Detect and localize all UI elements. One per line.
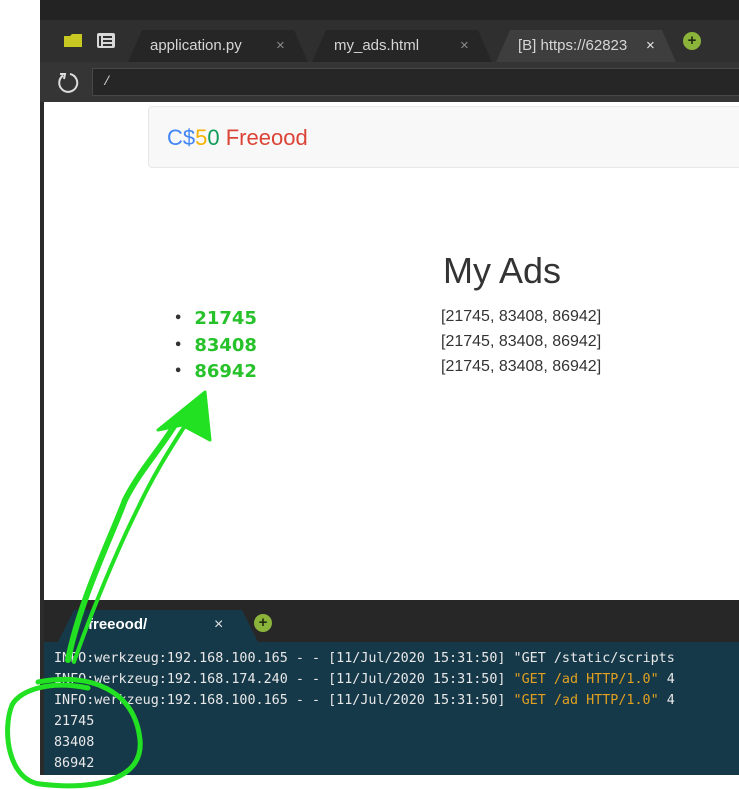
output-value: 83408 xyxy=(54,735,95,750)
tab-close-icon[interactable]: × xyxy=(276,30,285,62)
terminal-tab[interactable]: freeood/ × xyxy=(58,610,258,642)
ad-id-list: • 21745 • 83408 • 86942 xyxy=(174,306,257,386)
title-strip xyxy=(40,0,739,20)
url-bar: / xyxy=(40,62,739,102)
ad-id: 21745 xyxy=(194,308,257,329)
brand-currency: C$ xyxy=(167,125,196,150)
new-terminal-button[interactable]: + xyxy=(254,614,272,632)
output-value: 21745 xyxy=(54,714,95,729)
ad-array-text: [21745, 83408, 86942] xyxy=(441,333,602,350)
tab-application-py[interactable]: application.py × xyxy=(128,30,308,62)
output-value: 86942 xyxy=(54,756,95,771)
url-input[interactable]: / xyxy=(92,68,739,96)
tab-close-icon[interactable]: × xyxy=(646,30,655,62)
terminal-output[interactable]: INFO:werkzeug:192.168.100.165 - - [11/Ju… xyxy=(54,648,675,774)
refresh-icon[interactable] xyxy=(56,71,80,95)
tab-browser-preview[interactable]: [B] https://62823c × xyxy=(496,30,676,62)
tab-close-icon[interactable]: × xyxy=(460,30,469,62)
new-tab-button[interactable]: + xyxy=(683,32,701,50)
browser-viewport: C$50 Freeood My Ads • 21745 • 83408 • 86942… xyxy=(44,102,739,600)
site-brand[interactable]: C$50 Freeood xyxy=(167,125,308,151)
site-navbar: C$50 Freeood xyxy=(148,106,739,168)
page-title: My Ads xyxy=(443,250,562,291)
ad-id: 86942 xyxy=(194,361,257,382)
log-line: INFO:werkzeug:192.168.100.165 - - [11/Ju… xyxy=(54,693,675,708)
editor-tab-bar: application.py × my_ads.html × [B] https… xyxy=(40,20,739,62)
ide-window: application.py × my_ads.html × [B] https… xyxy=(40,0,739,775)
brand-name: Freeood xyxy=(219,125,308,150)
terminal-tab-title: freeood/ xyxy=(88,616,148,633)
list-item: • 21745 xyxy=(174,308,257,329)
tab-label: my_ads.html xyxy=(334,37,420,54)
ad-array-text: [21745, 83408, 86942] xyxy=(441,308,602,325)
log-line: INFO:werkzeug:192.168.174.240 - - [11/Ju… xyxy=(54,672,675,687)
terminal-tab-close-icon[interactable]: × xyxy=(214,616,223,634)
terminal-panel: freeood/ × + INFO:werkzeug:192.168.100.1… xyxy=(44,600,739,775)
desktop-margin xyxy=(0,0,40,789)
tab-my-ads-html[interactable]: my_ads.html × xyxy=(312,30,492,62)
brand-amount-digit: 5 xyxy=(195,125,208,150)
folder-icon[interactable] xyxy=(64,34,82,47)
list-icon[interactable] xyxy=(97,33,115,48)
ad-id: 83408 xyxy=(194,334,257,356)
ad-array-text: [21745, 83408, 86942] xyxy=(441,358,602,375)
tab-label: application.py xyxy=(150,37,242,54)
terminal-tab-bar: freeood/ × + xyxy=(44,600,739,642)
log-line: INFO:werkzeug:192.168.100.165 - - [11/Ju… xyxy=(54,651,675,666)
tab-label: [B] https://62823c xyxy=(518,37,628,54)
list-item: • 83408 xyxy=(174,334,257,356)
list-item: • 86942 xyxy=(174,361,257,382)
brand-amount-digit: 0 xyxy=(207,125,220,150)
